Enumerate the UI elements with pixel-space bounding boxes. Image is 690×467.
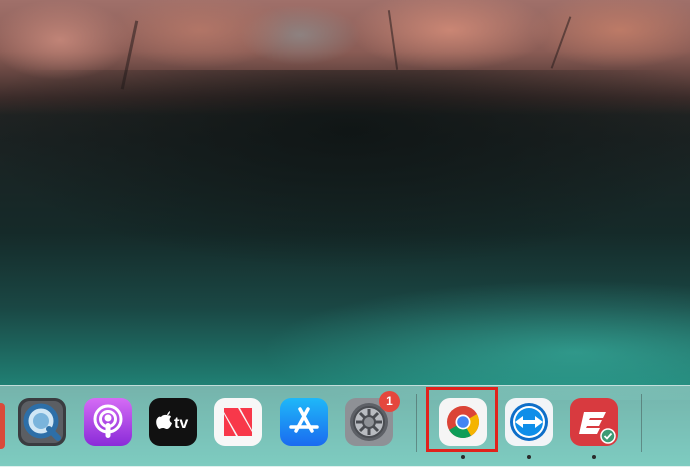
apple-tv-icon[interactable]: tv	[149, 398, 197, 446]
running-indicator	[461, 455, 465, 459]
running-indicator	[527, 455, 531, 459]
wallpaper-water-glow	[260, 280, 690, 400]
app-store-icon[interactable]	[280, 398, 328, 446]
dock-separator	[416, 394, 417, 452]
apple-tv-label: tv	[174, 415, 188, 432]
dock-separator	[641, 394, 642, 452]
wallpaper-shadow	[0, 70, 690, 270]
dock: tv	[0, 385, 690, 467]
quicktime-icon[interactable]	[18, 398, 66, 446]
podcasts-icon[interactable]	[84, 398, 132, 446]
expressvpn-icon[interactable]	[570, 398, 618, 446]
news-icon[interactable]	[214, 398, 262, 446]
notification-badge: 1	[379, 391, 400, 412]
chrome-highlight-box	[426, 387, 498, 452]
partial-app-icon[interactable]	[0, 403, 5, 449]
running-indicator	[592, 455, 596, 459]
teamviewer-icon[interactable]	[505, 398, 553, 446]
